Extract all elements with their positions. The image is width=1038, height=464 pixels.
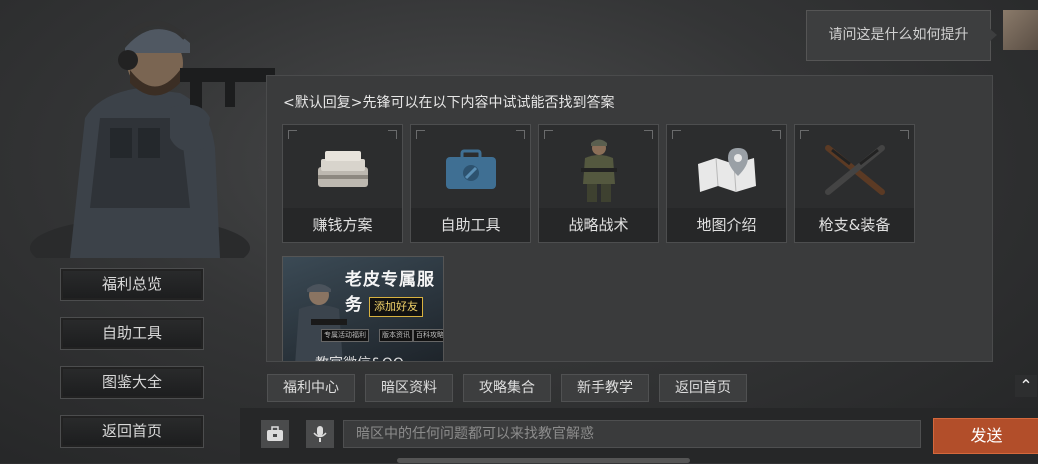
- chevron-up-icon[interactable]: ⌃: [1015, 375, 1037, 397]
- input-bar: 发送: [240, 408, 1038, 463]
- microphone-icon[interactable]: [306, 420, 334, 448]
- bot-reply-text: <默认回复>先锋可以在以下内容中试试能否找到答案: [283, 95, 615, 111]
- quick-welfare-center[interactable]: 福利中心: [267, 374, 355, 402]
- map-pin-icon: [697, 148, 756, 193]
- add-friend-button[interactable]: 添加好友: [369, 297, 423, 317]
- instructor-avatar: [30, 20, 275, 258]
- card-label: 自助工具: [411, 208, 530, 242]
- menu-self-service-tools[interactable]: 自助工具: [60, 317, 204, 350]
- card-label: 枪支&装备: [795, 208, 914, 242]
- user-message-bubble: 请问这是什么如何提升: [806, 10, 991, 61]
- menu-back-home[interactable]: 返回首页: [60, 415, 204, 448]
- bot-reply-panel: <默认回复>先锋可以在以下内容中试试能否找到答案 赚钱方案 自助工具 战略战术 …: [266, 75, 993, 362]
- scroll-handle[interactable]: [397, 458, 690, 463]
- menu-encyclopedia[interactable]: 图鉴大全: [60, 366, 204, 399]
- promo-row: 专属活动福利: [321, 329, 369, 342]
- card-weapons-gear[interactable]: 枪支&装备: [794, 124, 915, 243]
- card-label: 战略战术: [539, 208, 658, 242]
- rifles-icon: [824, 145, 885, 195]
- chat-input[interactable]: [343, 420, 921, 448]
- left-menu: 福利总览 自助工具 图鉴大全 返回首页: [60, 268, 204, 464]
- promo-banner[interactable]: 老皮专属服务 添加好友 专属活动福利 版本资讯 百科攻略 教官微信&QQ: [282, 256, 444, 361]
- soldier-icon: [295, 284, 347, 361]
- toolbox-icon: [445, 149, 496, 189]
- quick-dark-zone-info[interactable]: 暗区资料: [365, 374, 453, 402]
- quick-back-home[interactable]: 返回首页: [659, 374, 747, 402]
- promo-row: 百科攻略: [413, 329, 443, 342]
- promo-bottom-text: 教官微信&QQ: [315, 353, 404, 361]
- promo-row: 版本资讯: [379, 329, 413, 342]
- card-tactics[interactable]: 战略战术: [538, 124, 659, 243]
- card-map-intro[interactable]: 地图介绍: [666, 124, 787, 243]
- toolbox-icon[interactable]: [261, 420, 289, 448]
- card-label: 地图介绍: [667, 208, 786, 242]
- quick-beginner-tutorial[interactable]: 新手教学: [561, 374, 649, 402]
- menu-welfare-overview[interactable]: 福利总览: [60, 268, 204, 301]
- soldier-icon: [580, 139, 617, 202]
- send-button[interactable]: 发送: [933, 418, 1038, 454]
- bubble-tail: [989, 28, 997, 42]
- card-label: 赚钱方案: [283, 208, 402, 242]
- card-self-service-tools[interactable]: 自助工具: [410, 124, 531, 243]
- user-avatar: [1003, 10, 1038, 50]
- quick-guide-collection[interactable]: 攻略集合: [463, 374, 551, 402]
- cash-stack-icon: [317, 151, 368, 187]
- card-money-plan[interactable]: 赚钱方案: [282, 124, 403, 243]
